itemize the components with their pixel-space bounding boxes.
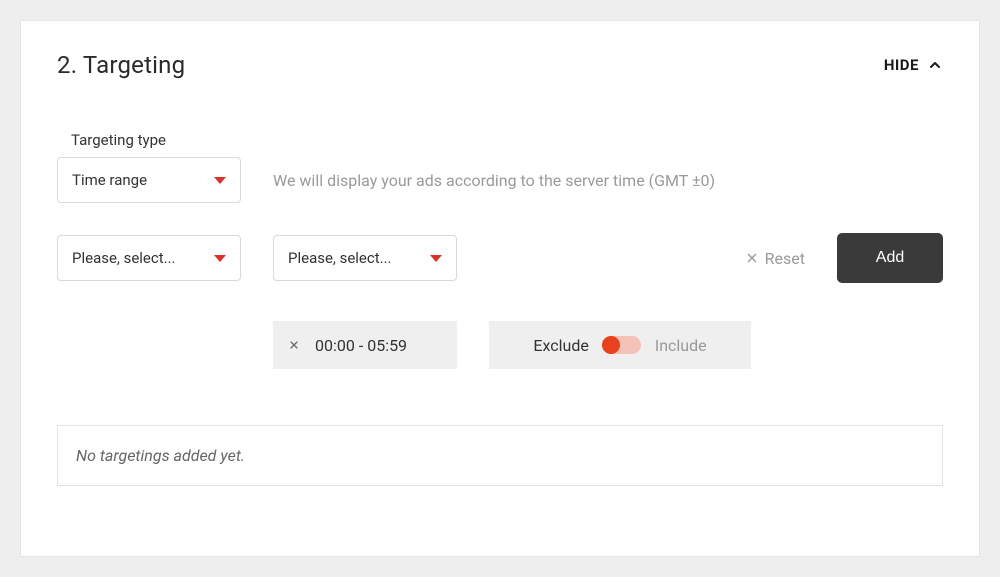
targeting-help-text: We will display your ads according to th… xyxy=(273,171,715,190)
chip-remove-button[interactable] xyxy=(287,338,301,352)
selection-row: 00:00 - 05:59 Exclude Include xyxy=(273,321,943,369)
include-exclude-toggle-box: Exclude Include xyxy=(489,321,751,369)
chevron-up-icon xyxy=(927,57,943,73)
include-label: Include xyxy=(655,336,707,355)
targeting-type-dropdown[interactable]: Time range xyxy=(57,157,241,203)
time-from-placeholder: Please, select... xyxy=(72,249,176,267)
toggle-knob xyxy=(602,336,620,354)
hide-label: HIDE xyxy=(884,56,919,74)
exclude-label: Exclude xyxy=(533,336,588,355)
targeting-card: 2. Targeting HIDE Targeting type Time ra… xyxy=(20,20,980,557)
empty-state-message: No targetings added yet. xyxy=(76,446,245,465)
targeting-type-label: Targeting type xyxy=(71,131,943,149)
caret-down-icon xyxy=(214,177,226,184)
time-range-row: Please, select... Please, select... Rese… xyxy=(57,233,943,283)
time-to-dropdown[interactable]: Please, select... xyxy=(273,235,457,281)
time-to-placeholder: Please, select... xyxy=(288,249,392,267)
close-icon xyxy=(288,339,300,351)
time-from-dropdown[interactable]: Please, select... xyxy=(57,235,241,281)
chip-range-text: 00:00 - 05:59 xyxy=(315,336,407,355)
targeting-type-selected: Time range xyxy=(72,171,147,189)
section-header: 2. Targeting HIDE xyxy=(57,51,943,79)
reset-label: Reset xyxy=(765,249,805,268)
empty-state-box: No targetings added yet. xyxy=(57,425,943,486)
reset-button[interactable]: Reset xyxy=(745,249,805,268)
hide-toggle-button[interactable]: HIDE xyxy=(884,56,943,74)
targeting-type-row: Time range We will display your ads acco… xyxy=(57,157,943,203)
time-range-chip: 00:00 - 05:59 xyxy=(273,321,457,369)
close-icon xyxy=(745,251,759,265)
include-exclude-toggle[interactable] xyxy=(603,336,641,354)
caret-down-icon xyxy=(430,255,442,262)
caret-down-icon xyxy=(214,255,226,262)
section-title: 2. Targeting xyxy=(57,51,185,79)
add-button[interactable]: Add xyxy=(837,233,943,283)
